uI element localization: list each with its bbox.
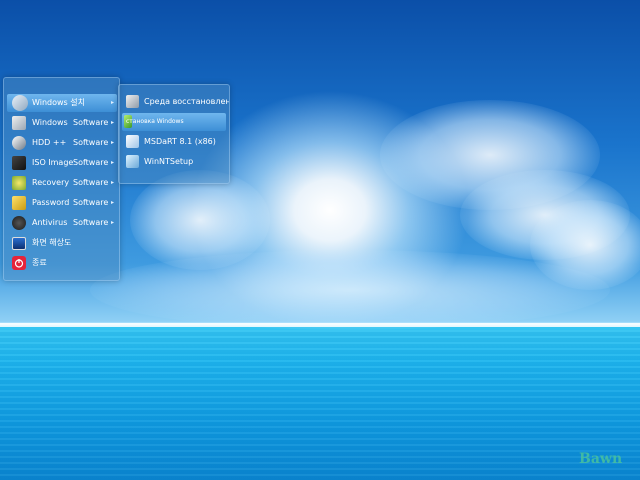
submenu-item-recovery-environment[interactable]: Среда восстановления 8 — [122, 93, 229, 111]
menu-item-label: Recovery — [32, 178, 70, 187]
submenu-item-label: Среда восстановления 8 — [144, 97, 230, 106]
menu-item-category: Software — [73, 178, 109, 187]
winntsetup-icon — [126, 155, 139, 168]
submenu-item-windows-setup[interactable]: становка Windows — [122, 113, 226, 131]
windows-install-submenu: Среда восстановления 8 становка Windows … — [118, 84, 230, 184]
submenu-item-msdart[interactable]: MSDaRT 8.1 (x86) — [122, 133, 226, 151]
menu-item-windows-software[interactable]: Windows Software ▸ — [7, 114, 117, 132]
submenu-arrow-icon: ▸ — [111, 119, 115, 126]
antivirus-icon — [12, 216, 26, 230]
hdd-icon — [12, 136, 26, 150]
display-resolution-icon — [12, 237, 26, 250]
menu-item-shutdown[interactable]: 종료 — [7, 254, 117, 272]
menu-item-category: Software — [73, 198, 109, 207]
menu-item-hdd[interactable]: HDD ++ Software ▸ — [7, 134, 117, 152]
menu-item-label: 화면 해상도 — [32, 238, 72, 247]
menu-item-category: Software — [73, 118, 109, 127]
iso-image-icon — [12, 156, 26, 170]
submenu-arrow-icon: ▸ — [111, 179, 115, 186]
watermark-text: Bawn — [579, 451, 623, 467]
menu-item-antivirus[interactable]: Antivirus Software ▸ — [7, 214, 117, 232]
windows-install-icon — [12, 95, 28, 111]
recovery-env-icon — [126, 95, 139, 108]
submenu-arrow-icon: ▸ — [111, 139, 115, 146]
submenu-arrow-icon: ▸ — [111, 199, 115, 206]
submenu-arrow-icon: ▸ — [111, 219, 115, 226]
menu-item-category: Software — [73, 218, 109, 227]
menu-item-label: ISO Image — [32, 158, 74, 167]
submenu-item-label: становка Windows — [126, 118, 184, 125]
start-menu: Windows 설치 ▸ Windows Software ▸ HDD ++ S… — [3, 77, 120, 281]
submenu-item-label: MSDaRT 8.1 (x86) — [144, 137, 216, 146]
submenu-item-label: WinNTSetup — [144, 157, 194, 166]
menu-item-label: Windows — [32, 118, 68, 127]
menu-item-password[interactable]: Password Software ▸ — [7, 194, 117, 212]
recovery-icon — [12, 176, 26, 190]
menu-item-iso-image[interactable]: ISO Image Software ▸ — [7, 154, 117, 172]
power-icon — [12, 256, 26, 270]
msdart-icon — [126, 135, 139, 148]
menu-item-label: Password — [32, 198, 70, 207]
menu-item-label: HDD ++ — [32, 138, 67, 147]
windows-software-icon — [12, 116, 26, 130]
menu-item-category: Software — [73, 158, 109, 167]
menu-item-label: 종료 — [32, 258, 47, 267]
menu-item-label: Antivirus — [32, 218, 68, 227]
menu-item-label: Windows 설치 — [32, 98, 85, 107]
menu-item-recovery[interactable]: Recovery Software ▸ — [7, 174, 117, 192]
menu-item-category: Software — [73, 138, 109, 147]
password-key-icon — [12, 196, 26, 210]
cloud-bank — [90, 250, 610, 330]
submenu-arrow-icon: ▸ — [111, 99, 115, 106]
sea-surface — [0, 330, 640, 480]
submenu-arrow-icon: ▸ — [111, 159, 115, 166]
submenu-item-winntsetup[interactable]: WinNTSetup — [122, 153, 226, 171]
menu-item-windows-install[interactable]: Windows 설치 ▸ — [7, 94, 117, 112]
horizon-line — [0, 323, 640, 327]
menu-item-display-resolution[interactable]: 화면 해상도 — [7, 234, 117, 252]
